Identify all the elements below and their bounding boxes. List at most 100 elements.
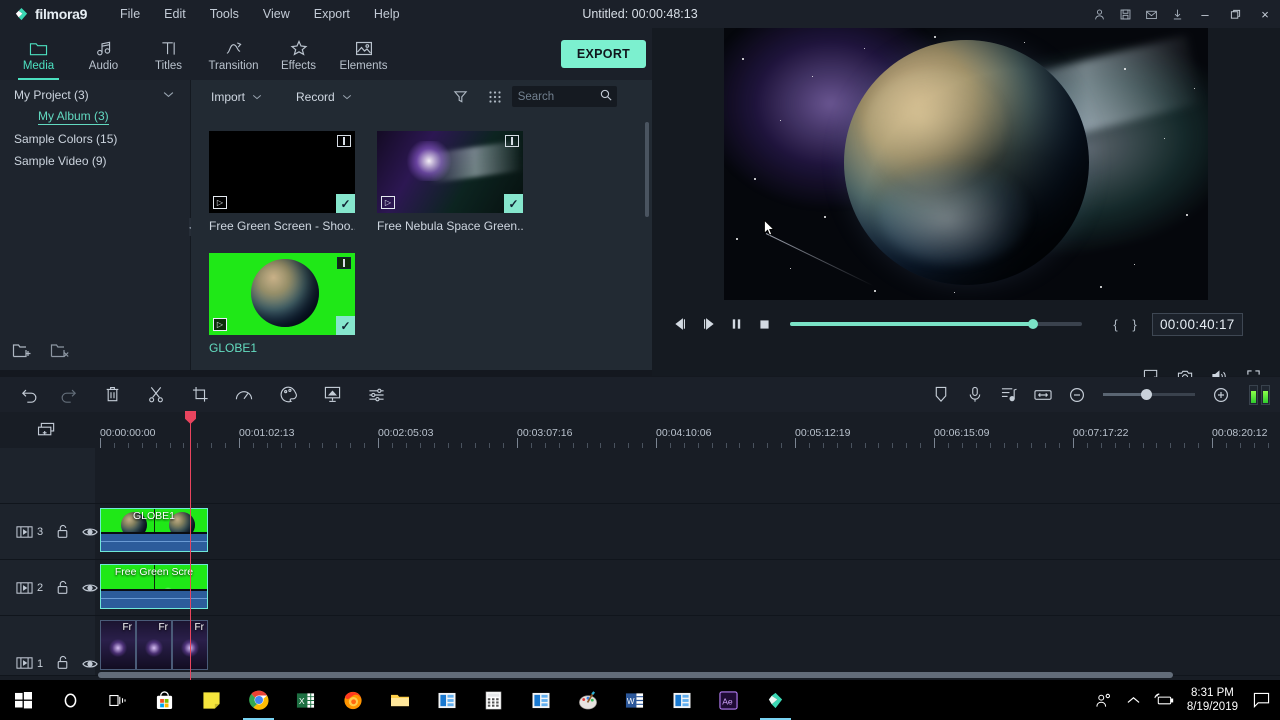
menu-edit[interactable]: Edit	[152, 3, 198, 25]
adjust-button[interactable]	[364, 383, 388, 407]
cortana-search-button[interactable]	[47, 680, 94, 720]
export-button[interactable]: EXPORT	[560, 40, 647, 68]
color-button[interactable]	[276, 383, 300, 407]
crop-button[interactable]	[188, 383, 212, 407]
timeline-ruler[interactable]: 00:00:00:00 00:01:02:13 00:02:05:03 00:03:0…	[95, 412, 1280, 448]
account-icon[interactable]	[1086, 0, 1112, 28]
track-body-empty[interactable]	[95, 448, 1280, 503]
download-icon[interactable]	[1164, 0, 1190, 28]
start-button[interactable]	[0, 680, 47, 720]
play-preview-icon[interactable]: ▷	[213, 196, 227, 209]
people-icon[interactable]	[1089, 680, 1119, 720]
filter-icon[interactable]	[448, 85, 474, 109]
mark-out-button[interactable]: }	[1125, 317, 1144, 332]
green-screen-button[interactable]	[320, 383, 344, 407]
seek-bar[interactable]	[790, 319, 1082, 329]
redo-button[interactable]	[56, 383, 80, 407]
file-explorer-button[interactable]	[376, 680, 423, 720]
paint-tool-button[interactable]	[564, 680, 611, 720]
chevron-down-icon[interactable]	[163, 90, 174, 101]
delete-button[interactable]	[100, 383, 124, 407]
next-frame-button[interactable]	[694, 310, 722, 338]
media-app-2-button[interactable]	[517, 680, 564, 720]
menu-export[interactable]: Export	[302, 3, 362, 25]
sidebar-item-sample-colors[interactable]: Sample Colors (15)	[0, 128, 190, 150]
speed-button[interactable]	[232, 383, 256, 407]
split-button[interactable]	[144, 383, 168, 407]
minimize-button[interactable]: –	[1190, 0, 1220, 28]
add-track-icon[interactable]	[0, 412, 95, 448]
video-preview-canvas[interactable]	[724, 28, 1208, 300]
play-preview-icon[interactable]: ▷	[381, 196, 395, 209]
playhead[interactable]	[185, 411, 196, 680]
taskbar-clock[interactable]: 8:31 PM 8/19/2019	[1179, 686, 1246, 714]
media-item[interactable]: ▷ ✓ Free Green Screen - Shoo...	[209, 131, 355, 233]
tab-effects[interactable]: Effects	[266, 28, 331, 80]
track-body-1[interactable]: Fr Fr Fr	[95, 616, 1280, 675]
media-item[interactable]: ▷ ✓ GLOBE1	[209, 253, 355, 355]
media-item[interactable]: ▷ ✓ Free Nebula Space Green...	[377, 131, 523, 233]
microsoft-word-button[interactable]: W	[611, 680, 658, 720]
google-chrome-button[interactable]	[235, 680, 282, 720]
zoom-slider-handle[interactable]	[1141, 389, 1152, 400]
calculator-button[interactable]	[470, 680, 517, 720]
unlocked-padlock-icon[interactable]	[56, 580, 69, 595]
track-body-2[interactable]: Free Green Scre	[95, 560, 1280, 615]
import-button[interactable]: Import	[205, 86, 268, 108]
previous-frame-button[interactable]	[666, 310, 694, 338]
zoom-slider[interactable]	[1103, 389, 1195, 400]
tab-audio[interactable]: Audio	[71, 28, 136, 80]
menu-tools[interactable]: Tools	[198, 3, 251, 25]
save-icon[interactable]	[1112, 0, 1138, 28]
menu-view[interactable]: View	[251, 3, 302, 25]
filmora9-taskbar-button[interactable]	[752, 680, 799, 720]
media-app-3-button[interactable]	[658, 680, 705, 720]
microsoft-excel-button[interactable]: X	[282, 680, 329, 720]
restore-button[interactable]	[1220, 0, 1250, 28]
timeline-clip[interactable]: Fr	[136, 620, 172, 670]
media-app-1-button[interactable]	[423, 680, 470, 720]
battery-icon[interactable]	[1149, 680, 1179, 720]
timeline-clip[interactable]: GLOBE1	[100, 508, 208, 552]
search-icon[interactable]	[600, 89, 612, 104]
track-body-3[interactable]: GLOBE1	[95, 504, 1280, 559]
timeline-horizontal-scrollbar[interactable]	[98, 672, 1173, 678]
mail-icon[interactable]	[1138, 0, 1164, 28]
sidebar-item-my-project[interactable]: My Project (3)	[0, 84, 190, 106]
audio-detach-button[interactable]	[997, 383, 1021, 407]
after-effects-button[interactable]: Ae	[705, 680, 752, 720]
tab-elements[interactable]: Elements	[331, 28, 396, 80]
unlocked-padlock-icon[interactable]	[56, 524, 69, 539]
marker-button[interactable]	[929, 383, 953, 407]
new-folder-icon[interactable]	[12, 342, 32, 362]
stop-button[interactable]	[750, 310, 778, 338]
record-button[interactable]: Record	[290, 86, 358, 108]
undo-button[interactable]	[18, 383, 42, 407]
zoom-in-button[interactable]	[1209, 383, 1233, 407]
grid-view-icon[interactable]	[482, 85, 508, 109]
microsoft-store-button[interactable]	[141, 680, 188, 720]
show-hidden-icons-chevron[interactable]	[1119, 680, 1149, 720]
tab-titles[interactable]: Titles	[136, 28, 201, 80]
close-button[interactable]: ×	[1250, 0, 1280, 28]
menu-help[interactable]: Help	[362, 3, 412, 25]
timeline-clip[interactable]: Fr	[100, 620, 136, 670]
delete-folder-icon[interactable]	[50, 342, 70, 362]
player-timecode[interactable]: 00:00:40:17	[1152, 312, 1243, 336]
task-view-button[interactable]	[94, 680, 141, 720]
firefox-button[interactable]	[329, 680, 376, 720]
unlocked-padlock-icon[interactable]	[56, 655, 69, 670]
zoom-out-button[interactable]	[1065, 383, 1089, 407]
search-input[interactable]	[517, 90, 596, 103]
search-box[interactable]	[511, 86, 617, 107]
sidebar-item-sample-video[interactable]: Sample Video (9)	[0, 150, 190, 172]
play-preview-icon[interactable]: ▷	[213, 318, 227, 331]
seek-handle[interactable]	[1028, 319, 1038, 329]
fit-timeline-button[interactable]	[1031, 383, 1055, 407]
sticky-notes-button[interactable]	[188, 680, 235, 720]
mark-in-button[interactable]: {	[1106, 317, 1125, 332]
menu-file[interactable]: File	[108, 3, 152, 25]
timeline-clip[interactable]: Free Green Scre	[100, 564, 208, 609]
tab-transition[interactable]: Transition	[201, 28, 266, 80]
media-thumbnail[interactable]: ▷ ✓	[377, 131, 523, 213]
